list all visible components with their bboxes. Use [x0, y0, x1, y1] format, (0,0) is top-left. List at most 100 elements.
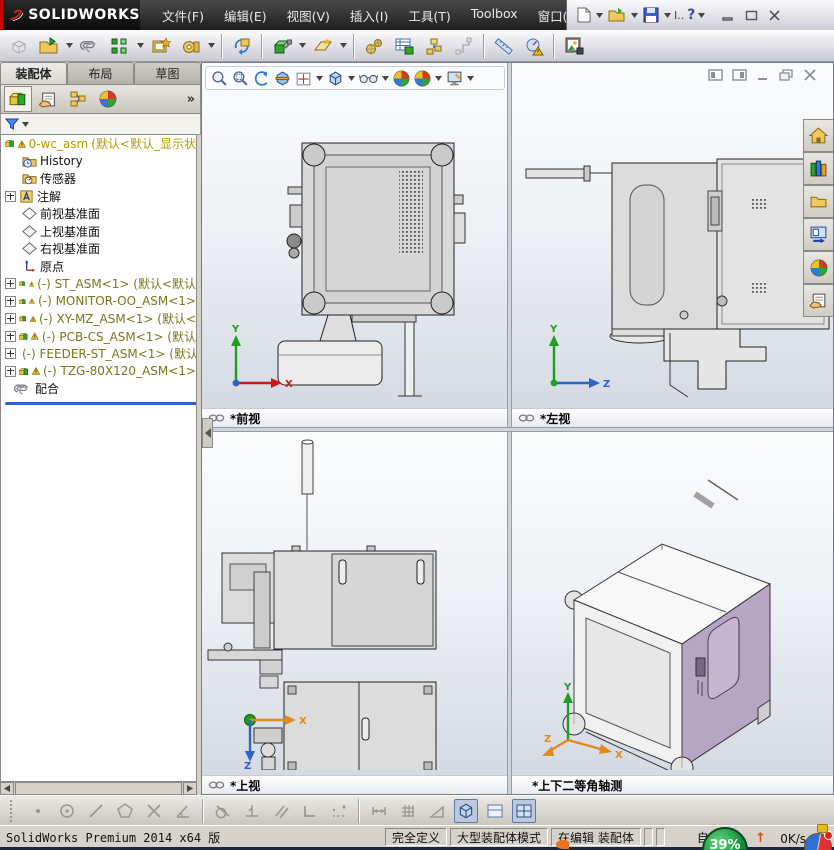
features-dropdown-icon[interactable] [299, 43, 306, 48]
viewport-isometric[interactable]: Y X Z *上下二等角轴测 [512, 432, 833, 794]
snap-angle2-icon[interactable] [425, 799, 449, 823]
snap-corner-icon[interactable] [298, 799, 322, 823]
minimize-button[interactable] [722, 10, 735, 21]
assembly-features-icon[interactable] [269, 33, 295, 59]
tree-filter[interactable] [0, 114, 201, 135]
viewport-front[interactable]: Y X *前视 [202, 63, 507, 427]
tree-item-st-asm[interactable]: (-) ST_ASM<1> (默认<默认 [1, 275, 196, 293]
new-document-button[interactable] [575, 5, 593, 25]
snap-polygon-icon[interactable] [113, 799, 137, 823]
explode-line-sketch-icon[interactable] [451, 33, 477, 59]
tree-item-pcb-cs-asm[interactable]: (-) PCB-CS_ASM<1> (默认 [1, 328, 196, 346]
single-view-button[interactable] [454, 798, 478, 823]
help-dropdown-icon[interactable] [698, 13, 705, 18]
tree-root-assembly[interactable]: 0-wc_asm (默认<默认_显示状 [1, 135, 196, 153]
tab-assembly[interactable]: 装配体 [0, 62, 67, 84]
move-component-icon[interactable] [178, 33, 204, 59]
menu-insert[interactable]: 插入(I) [340, 1, 398, 30]
expand-icon[interactable] [5, 313, 16, 325]
scroll-left-icon[interactable] [0, 782, 14, 795]
doc-minimize-icon[interactable] [756, 69, 770, 81]
view-orientation-icon[interactable] [295, 70, 312, 87]
featuremanager-tree-tab[interactable] [4, 86, 32, 112]
close-button[interactable] [768, 9, 781, 21]
open-button[interactable] [606, 5, 628, 25]
hide-show-dropdown-icon[interactable] [382, 76, 389, 81]
tree-item-monitor-asm[interactable]: (-) MONITOR-OO_ASM<1> [1, 293, 196, 311]
mate-icon[interactable] [77, 33, 103, 59]
two-view-button[interactable] [483, 799, 507, 823]
expand-icon[interactable] [5, 295, 16, 307]
performance-evaluation-icon[interactable] [521, 33, 547, 59]
tree-item-origin[interactable]: 原点 [1, 258, 196, 276]
snapshot-icon[interactable] [561, 33, 587, 59]
tab-sketch[interactable]: 草图 [134, 62, 201, 84]
snap-center-icon[interactable] [55, 799, 79, 823]
viewport-left[interactable]: Y Z *左视 [512, 63, 833, 427]
tree-item-feeder-st-asm[interactable]: (-) FEEDER-ST_ASM<1> (默认 [1, 345, 196, 363]
toolbar-grip[interactable] [10, 799, 17, 822]
exploded-view-icon[interactable] [421, 33, 447, 59]
apply-scene-icon[interactable] [414, 70, 431, 87]
menu-tools[interactable]: 工具(T) [398, 1, 460, 30]
save-dropdown-icon[interactable] [664, 13, 671, 18]
snap-grid-icon[interactable] [396, 799, 420, 823]
smart-fasteners-icon[interactable] [148, 33, 174, 59]
view-settings-dropdown-icon[interactable] [467, 76, 474, 81]
appearances-tab[interactable] [803, 251, 833, 284]
refgeo-dropdown-icon[interactable] [340, 43, 347, 48]
pattern-dropdown-icon[interactable] [137, 43, 144, 48]
panel-horizontal-scrollbar[interactable] [0, 782, 197, 795]
file-explorer-tab[interactable] [803, 185, 833, 218]
tab-layout[interactable]: 布局 [67, 62, 134, 84]
bill-of-materials-icon[interactable] [391, 33, 417, 59]
view-settings-icon[interactable] [446, 70, 463, 87]
tree-item-sensors[interactable]: 传感器 [1, 170, 196, 188]
snap-point-icon[interactable] [26, 799, 50, 823]
apply-scene-dropdown-icon[interactable] [435, 76, 442, 81]
tree-item-tzg-asm[interactable]: (-) TZG-80X120_ASM<1> [1, 363, 196, 381]
viewport-horizontal-splitter[interactable] [202, 427, 833, 432]
help-button[interactable]: ? [687, 7, 695, 23]
viewport-top[interactable]: X Z *上视 [202, 432, 507, 794]
view-palette-tab[interactable] [803, 218, 833, 251]
section-view-icon[interactable] [274, 70, 291, 87]
rollback-bar[interactable] [5, 401, 196, 405]
custom-properties-tab[interactable] [803, 284, 833, 317]
tree-item-history[interactable]: History [1, 153, 196, 171]
four-view-button[interactable] [512, 798, 536, 823]
hide-show-items-icon[interactable] [359, 73, 378, 84]
menu-view[interactable]: 视图(V) [277, 1, 340, 30]
tree-item-mates[interactable]: 配合 [1, 380, 196, 398]
tree-item-xy-mz-asm[interactable]: (-) XY-MZ_ASM<1> (默认< [1, 310, 196, 328]
open-dropdown2-icon[interactable] [66, 43, 73, 48]
panel-collapse-handle[interactable] [202, 418, 213, 448]
open-document-icon[interactable] [36, 33, 62, 59]
reference-geometry-icon[interactable] [310, 33, 336, 59]
display-style-icon[interactable] [327, 70, 344, 87]
move-dropdown-icon[interactable] [208, 43, 215, 48]
display-style-dropdown-icon[interactable] [348, 76, 355, 81]
snap-perpendicular-icon[interactable] [240, 799, 264, 823]
measure-icon[interactable] [491, 33, 517, 59]
left-pane-toggle-icon[interactable] [708, 69, 723, 81]
menu-file[interactable]: 文件(F) [152, 1, 214, 30]
resources-home-tab[interactable] [803, 119, 833, 152]
snap-intersection-icon[interactable] [142, 799, 166, 823]
open-dropdown-icon[interactable] [631, 13, 638, 18]
insert-component-icon[interactable] [6, 33, 32, 59]
view-orientation-dropdown-icon[interactable] [316, 76, 323, 81]
propertymanager-tab[interactable] [34, 86, 62, 112]
snap-tangent-icon[interactable] [211, 799, 235, 823]
menu-toolbox[interactable]: Toolbox [461, 1, 528, 30]
displaymanager-tab[interactable] [94, 86, 122, 112]
component-pattern-icon[interactable] [107, 33, 133, 59]
right-pane-toggle-icon[interactable] [732, 69, 747, 81]
tree-item-right-plane[interactable]: 右视基准面 [1, 240, 196, 258]
edit-appearance-icon[interactable] [393, 70, 410, 87]
snap-parallel-icon[interactable] [269, 799, 293, 823]
graphics-area[interactable]: Y X *前视 Y Z *左视 X Z *上视 Y X Z *上下二等角轴测 [201, 62, 834, 795]
tree-item-top-plane[interactable]: 上视基准面 [1, 223, 196, 241]
filter-dropdown-icon[interactable] [22, 122, 29, 127]
design-library-tab[interactable] [803, 152, 833, 185]
